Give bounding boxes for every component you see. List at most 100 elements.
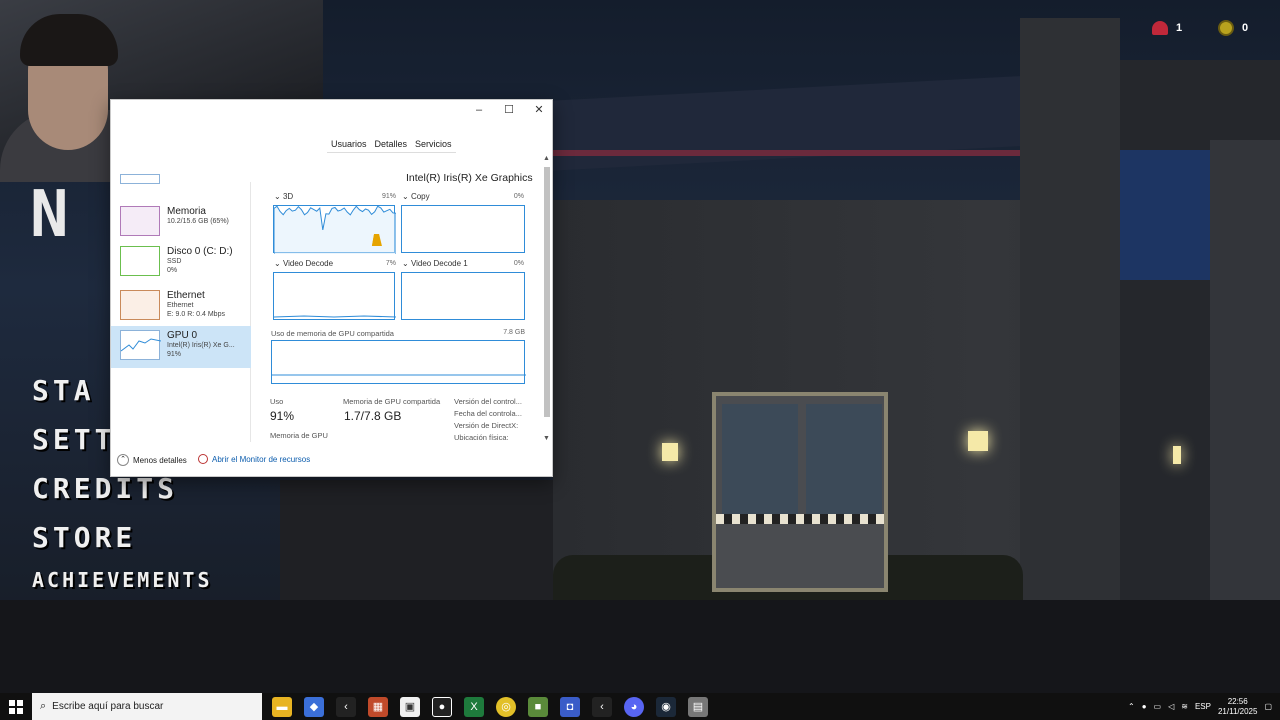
resource-name: GPU 0 <box>167 330 198 341</box>
resource-detail: 10.2/15.6 GB (65%) <box>167 218 229 225</box>
gpu-memory-label: Memoria de GPU <box>270 431 328 440</box>
shared-memory-value: 1.7/7.8 GB <box>344 409 402 423</box>
shared-memory-label: Memoria de GPU compartida <box>343 397 441 406</box>
wifi-icon[interactable]: ≋ <box>1181 702 1188 711</box>
chevron-up-icon: ⌃ <box>117 454 129 466</box>
engine-label-copy[interactable]: ⌄ Copy <box>402 192 430 201</box>
mouse-cursor-icon <box>371 234 385 246</box>
engine-label-3d[interactable]: ⌄ 3D <box>274 192 293 201</box>
title-bar[interactable]: – ☐ ✕ <box>324 100 554 120</box>
steam-icon[interactable]: ◉ <box>656 696 676 717</box>
minimize-button[interactable]: – <box>464 100 494 120</box>
graph-video-decode <box>273 272 396 320</box>
chevron-up-icon[interactable]: ⌃ <box>1128 702 1135 711</box>
network-icon[interactable]: ▭ <box>1154 702 1162 711</box>
discord-icon[interactable]: ◕ <box>624 696 644 717</box>
gpu-thumbnail <box>120 330 162 360</box>
wall-lamp <box>662 443 678 461</box>
building-tower <box>1020 18 1120 608</box>
coins-counter: 0 <box>1218 18 1248 38</box>
file-explorer-icon[interactable]: ▬ <box>272 696 292 717</box>
wall-lamp <box>1173 446 1181 464</box>
close-button[interactable]: ✕ <box>524 100 554 120</box>
resource-detail: Ethernet <box>167 302 194 309</box>
graph-shared-memory <box>271 340 526 384</box>
resource-item-disco[interactable]: Disco 0 (C: D:) SSD 0% <box>111 242 251 284</box>
resource-detail: SSD <box>167 258 182 265</box>
minecraft-icon[interactable]: ■ <box>528 696 548 717</box>
coin-icon <box>1218 20 1234 36</box>
engine-label-video-decode-1[interactable]: ⌄ Video Decode 1 <box>402 259 468 268</box>
shared-memory-max: 7.8 GB <box>503 329 525 336</box>
resource-detail: Intel(R) Iris(R) Xe G... <box>167 342 235 349</box>
scrollbar-thumb[interactable] <box>544 167 550 417</box>
lives-counter: 1 <box>1152 18 1182 38</box>
task-manager-taskbar-icon[interactable]: ▤ <box>688 696 708 717</box>
windows-taskbar: ⌕ Escribe aquí para buscar ▬ ◆ ‹ ▦ ▣ ● X… <box>0 693 1280 720</box>
open-resource-monitor-link[interactable]: Abrir el Monitor de recursos <box>198 454 310 464</box>
capcut-alt-icon[interactable]: ‹ <box>592 696 612 717</box>
search-icon: ⌕ <box>40 700 47 712</box>
graph-video-decode-1 <box>401 272 525 320</box>
scrollbar[interactable]: ▲ ▼ <box>542 155 552 445</box>
wall-lamp <box>968 431 988 451</box>
resource-item-gpu[interactable]: GPU 0 Intel(R) Iris(R) Xe G... 91% <box>111 326 251 368</box>
ethernet-thumbnail <box>120 290 160 320</box>
shadow-area <box>280 480 553 600</box>
tab-servicios[interactable]: Servicios <box>411 136 456 153</box>
app-icon[interactable]: ◘ <box>560 696 580 717</box>
notifications-icon[interactable]: ▢ <box>1264 702 1272 711</box>
scroll-down-icon[interactable]: ▼ <box>543 435 550 442</box>
tab-usuarios[interactable]: Usuarios <box>327 136 371 153</box>
menu-achievements[interactable]: ACHIEVEMENTS <box>32 568 213 598</box>
less-details-button[interactable]: ⌃ Menos detalles <box>117 454 187 466</box>
windows-icon <box>9 699 23 714</box>
menu-store[interactable]: STORE <box>32 519 213 568</box>
chrome-icon[interactable]: ◎ <box>496 696 516 717</box>
winrar-icon[interactable]: ▦ <box>368 696 388 717</box>
start-button[interactable] <box>0 693 32 720</box>
physical-location-label: Ubicación física: <box>454 433 509 442</box>
disk-thumbnail <box>120 246 160 276</box>
microphone-icon[interactable]: ● <box>1142 702 1147 711</box>
engine-pct-copy: 0% <box>513 193 524 200</box>
driver-date-label: Fecha del controla... <box>454 409 522 418</box>
engine-pct-video-decode: 7% <box>385 260 396 267</box>
shared-memory-graph-label: Uso de memoria de GPU compartida <box>271 329 394 338</box>
gpu-name: Intel(R) Iris(R) Xe Graphics <box>406 172 533 184</box>
ground <box>0 600 1280 695</box>
building-column <box>1210 140 1280 610</box>
heart-icon <box>1152 21 1168 35</box>
resource-item-ethernet[interactable]: Ethernet Ethernet E: 9.0 R: 0.4 Mbps <box>111 286 251 328</box>
memory-thumbnail <box>120 206 160 236</box>
engine-pct-3d: 91% <box>381 193 396 200</box>
lives-value: 1 <box>1176 22 1183 34</box>
resource-monitor-icon <box>198 454 208 464</box>
resource-name: Ethernet <box>167 290 205 301</box>
task-manager-footer: ⌃ Menos detalles Abrir el Monitor de rec… <box>111 446 554 478</box>
copilot-icon[interactable]: ◆ <box>304 696 324 717</box>
coins-value: 0 <box>1242 22 1249 34</box>
uso-label: Uso <box>270 397 284 406</box>
uso-value: 91% <box>270 409 295 423</box>
scroll-up-icon[interactable]: ▲ <box>543 155 550 162</box>
maximize-button[interactable]: ☐ <box>494 100 524 120</box>
task-manager-window: – ☐ ✕ Usuarios Detalles Servicios Memori… <box>110 99 553 477</box>
language-indicator[interactable]: ESP <box>1195 702 1211 711</box>
resource-name: Memoria <box>167 206 206 217</box>
volume-icon[interactable]: ◁ <box>1168 702 1174 711</box>
engine-label-video-decode[interactable]: ⌄ Video Decode <box>274 259 333 268</box>
resource-list: Memoria 10.2/15.6 GB (65%) Disco 0 (C: D… <box>111 174 251 442</box>
excel-icon[interactable]: X <box>464 696 484 717</box>
tab-detalles[interactable]: Detalles <box>370 136 412 153</box>
resource-item-memoria[interactable]: Memoria 10.2/15.6 GB (65%) <box>111 202 251 244</box>
obs-icon[interactable]: ● <box>432 696 452 717</box>
clock-time: 22:56 <box>1227 696 1248 706</box>
store-icon[interactable]: ▣ <box>400 696 420 717</box>
capcut-icon[interactable]: ‹ <box>336 696 356 717</box>
taskbar-search-box[interactable]: ⌕ Escribe aquí para buscar <box>32 693 262 720</box>
clock[interactable]: 22:56 21/11/2025 <box>1218 697 1257 717</box>
resource-name: Disco 0 (C: D:) <box>167 246 233 257</box>
roof-stripe <box>553 150 1023 156</box>
resource-item-cpu-partial[interactable] <box>111 174 251 190</box>
